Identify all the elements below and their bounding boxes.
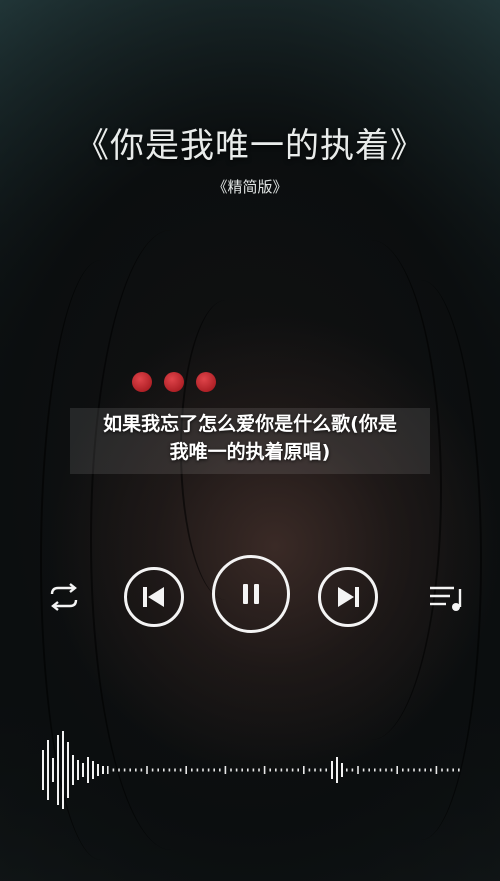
- waveform-bar: [67, 742, 69, 798]
- page-dot: [196, 372, 216, 392]
- waveform-bar: [82, 763, 84, 777]
- waveform-bar: [407, 768, 410, 772]
- waveform-bar: [235, 768, 238, 772]
- waveform-bar: [107, 766, 109, 774]
- waveform-bar: [185, 766, 187, 774]
- waveform-bar: [168, 768, 171, 772]
- waveform-bar: [258, 768, 260, 772]
- waveform-bar: [430, 768, 432, 772]
- waveform-bar: [291, 768, 294, 772]
- waveform-bar: [118, 768, 120, 772]
- next-button[interactable]: [318, 567, 378, 627]
- waveform-bar: [151, 768, 154, 772]
- repeat-button[interactable]: [42, 575, 86, 619]
- waveform-bar: [368, 768, 370, 772]
- song-title: 《你是我唯一的执着》: [75, 126, 425, 166]
- waveform-bar: [325, 768, 327, 772]
- waveform-bar: [191, 768, 193, 772]
- waveform-bar: [112, 768, 115, 772]
- waveform-bar: [219, 768, 221, 772]
- waveform-bar: [336, 757, 338, 783]
- waveform-bar: [72, 755, 74, 785]
- waveform-bar: [230, 768, 232, 772]
- waveform-bar: [146, 766, 148, 774]
- skip-next-icon: [338, 587, 359, 607]
- waveform-bar: [341, 763, 343, 777]
- waveform-bar: [252, 768, 255, 772]
- waveform-bar: [263, 766, 266, 774]
- skip-previous-icon: [143, 587, 164, 607]
- caption-line-1: 如果我忘了怎么爱你是什么歌(你是: [103, 413, 397, 435]
- waveform-bar: [196, 768, 199, 772]
- waveform-bar: [57, 735, 59, 805]
- waveform-bar: [435, 766, 438, 774]
- waveform-bar: [396, 766, 398, 774]
- waveform-bar: [207, 768, 210, 772]
- waveform-bar: [97, 764, 99, 776]
- waveform-bar: [297, 768, 299, 772]
- waveform-bar: [402, 768, 404, 772]
- waveform-bar: [424, 768, 426, 772]
- waveform-bar: [140, 768, 143, 772]
- waveform-bar: [441, 768, 443, 772]
- previous-button[interactable]: [124, 567, 184, 627]
- waveform-bar: [385, 768, 387, 772]
- waveform-bar: [135, 768, 137, 772]
- waveform-bar: [202, 768, 204, 772]
- pause-icon: [243, 584, 259, 604]
- waveform-bar: [374, 768, 376, 772]
- waveform-bar: [446, 768, 449, 772]
- waveform-bar: [314, 768, 316, 772]
- waveform-bar: [241, 768, 243, 772]
- article-caption: 如果我忘了怎么爱你是什么歌(你是 我唯一的执着原唱): [60, 410, 440, 466]
- waveform-bar: [357, 766, 359, 774]
- waveform-bar: [213, 768, 215, 772]
- page-dot: [132, 372, 152, 392]
- page-dot: [164, 372, 184, 392]
- waveform-bar: [280, 768, 283, 772]
- waveform-bar: [47, 740, 49, 800]
- waveform-bar: [346, 768, 348, 772]
- waveform-bar: [129, 768, 131, 772]
- waveform-bar: [62, 731, 64, 809]
- pause-button[interactable]: [212, 555, 290, 633]
- page-indicator: [132, 372, 216, 392]
- waveform-bar: [286, 768, 288, 772]
- repeat-icon: [50, 583, 78, 611]
- waveform-bar: [308, 768, 311, 772]
- waveform-bar: [362, 768, 365, 772]
- player-controls: [0, 555, 500, 635]
- waveform-bar: [179, 768, 182, 772]
- waveform-bar: [413, 768, 415, 772]
- waveform-bar: [418, 768, 421, 772]
- waveform-bar: [452, 768, 454, 772]
- waveform-bar: [174, 768, 176, 772]
- waveform-bar: [351, 768, 354, 772]
- playlist-icon: [430, 586, 462, 611]
- waveform-bar: [77, 760, 79, 780]
- waveform-bar: [42, 750, 44, 790]
- waveform-bar: [163, 768, 165, 772]
- waveform-bar: [52, 758, 54, 782]
- waveform-bar: [390, 768, 393, 772]
- waveform-bar: [303, 766, 305, 774]
- waveform-bar: [123, 768, 126, 772]
- playlist-button[interactable]: [422, 573, 470, 621]
- waveform-bar: [379, 768, 382, 772]
- audio-waveform: [42, 731, 460, 809]
- waveform-bar: [319, 768, 322, 772]
- waveform-bar: [275, 768, 277, 772]
- waveform-bar: [331, 761, 333, 779]
- waveform-bar: [102, 766, 104, 774]
- waveform-bar: [247, 768, 249, 772]
- waveform-bar: [157, 768, 159, 772]
- waveform-bar: [92, 761, 94, 779]
- waveform-bar: [224, 766, 227, 774]
- waveform-bar: [458, 768, 460, 772]
- waveform-bar: [87, 757, 89, 783]
- song-edition: 《精简版》: [212, 178, 288, 196]
- waveform-bar: [269, 768, 271, 772]
- caption-line-2: 我唯一的执着原唱): [169, 441, 331, 463]
